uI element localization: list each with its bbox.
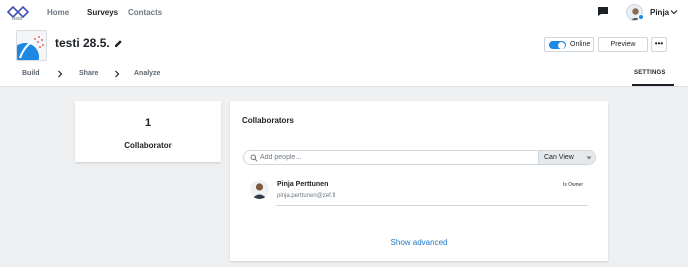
chevron-down-icon[interactable]: [670, 8, 678, 16]
chevron-right-icon: [115, 70, 120, 78]
chevron-right-icon: [58, 70, 63, 78]
logo-subtext: Beta: [12, 16, 23, 22]
member-name: Pinja Perttunen: [277, 181, 329, 188]
tab-settings[interactable]: SETTINGS: [634, 70, 666, 76]
page-title: testi 28.5.: [55, 36, 110, 50]
step-analyze[interactable]: Analyze: [134, 70, 160, 77]
member-email: pinja.perttunen@zef.fi: [277, 193, 336, 199]
user-name[interactable]: Pinja: [650, 8, 669, 17]
nav-contacts[interactable]: Contacts: [128, 8, 162, 17]
member-role: Is Owner: [563, 182, 584, 188]
nav-home[interactable]: Home: [47, 8, 69, 17]
search-icon: [250, 154, 258, 162]
collaborator-count-card: 1 Collaborator: [75, 101, 221, 162]
step-build[interactable]: Build: [22, 70, 40, 77]
permission-label: Can View: [544, 154, 574, 161]
survey-header: testi 28.5. Online Preview ••• Build Sha…: [0, 26, 688, 87]
collaborator-count-label: Collaborator: [124, 141, 172, 150]
add-people-field: Can View: [243, 150, 596, 165]
tab-underline: [632, 84, 674, 86]
toggle-knob: [558, 42, 565, 49]
search-input[interactable]: [260, 151, 530, 164]
message-icon[interactable]: [598, 7, 608, 16]
survey-thumbnail[interactable]: [16, 30, 47, 61]
online-toggle[interactable]: Online: [544, 37, 594, 52]
preview-button[interactable]: Preview: [598, 37, 648, 52]
step-share[interactable]: Share: [79, 70, 98, 77]
show-advanced-link[interactable]: Show advanced: [230, 238, 608, 247]
collaborators-card: Collaborators Can View Pinja Perttunen p…: [230, 101, 608, 261]
chevron-down-icon: [586, 156, 592, 160]
member-divider: [276, 205, 588, 206]
pencil-icon[interactable]: [114, 39, 123, 48]
collaborator-count: 1: [144, 117, 152, 129]
avatar-badge: [638, 14, 644, 20]
avatar: [250, 180, 269, 199]
top-nav: Beta Home Surveys Contacts Pinja: [0, 0, 688, 26]
collaborators-title: Collaborators: [242, 116, 295, 125]
more-icon[interactable]: •••: [651, 37, 667, 52]
nav-surveys[interactable]: Surveys: [87, 8, 118, 17]
online-label: Online: [570, 41, 591, 48]
permission-select[interactable]: Can View: [538, 151, 595, 164]
